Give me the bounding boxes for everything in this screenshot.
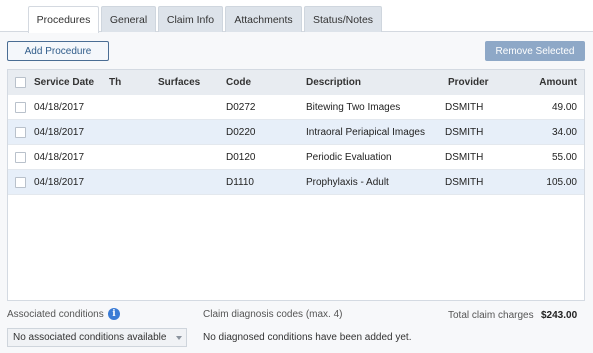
tab-attachments[interactable]: Attachments xyxy=(225,6,302,32)
column-header-service-date[interactable]: Service Date xyxy=(34,70,94,95)
amount-cell: 34.00 xyxy=(551,127,577,138)
service-date-cell: 04/18/2017 xyxy=(34,102,85,113)
column-header-description[interactable]: Description xyxy=(306,70,361,95)
row-checkbox[interactable] xyxy=(15,102,26,113)
tab-general[interactable]: General xyxy=(101,6,156,32)
column-header-th[interactable]: Th xyxy=(109,70,121,95)
associated-conditions-label: Associated conditions xyxy=(7,309,104,320)
total-claim-charges-label: Total claim charges xyxy=(448,310,534,321)
remove-selected-button[interactable]: Remove Selected xyxy=(485,41,585,61)
column-header-code[interactable]: Code xyxy=(226,70,251,95)
provider-cell: DSMITH xyxy=(445,127,484,138)
provider-cell: DSMITH xyxy=(445,177,484,188)
code-cell: D0120 xyxy=(226,152,256,163)
amount-cell: 55.00 xyxy=(551,152,577,163)
associated-conditions-select[interactable]: No associated conditions available xyxy=(7,328,187,347)
table-row[interactable]: 04/18/2017 D1110 Prophylaxis - Adult DSM… xyxy=(8,170,584,195)
description-cell: Prophylaxis - Adult xyxy=(306,177,389,188)
add-procedure-button[interactable]: Add Procedure xyxy=(7,41,109,61)
row-checkbox[interactable] xyxy=(15,127,26,138)
amount-cell: 105.00 xyxy=(546,177,577,188)
code-cell: D0272 xyxy=(226,102,256,113)
row-checkbox[interactable] xyxy=(15,152,26,163)
row-checkbox[interactable] xyxy=(15,177,26,188)
column-header-provider[interactable]: Provider xyxy=(448,70,489,95)
description-cell: Periodic Evaluation xyxy=(306,152,392,163)
no-diagnosed-conditions-text: No diagnosed conditions have been added … xyxy=(203,332,412,343)
table-row[interactable]: 04/18/2017 D0120 Periodic Evaluation DSM… xyxy=(8,145,584,170)
tab-claim-info[interactable]: Claim Info xyxy=(158,6,223,32)
info-icon[interactable]: i xyxy=(108,308,120,320)
service-date-cell: 04/18/2017 xyxy=(34,177,85,188)
tab-procedures[interactable]: Procedures xyxy=(28,6,99,33)
associated-conditions-value: No associated conditions available xyxy=(13,332,167,343)
service-date-cell: 04/18/2017 xyxy=(34,127,85,138)
column-header-surfaces[interactable]: Surfaces xyxy=(158,70,200,95)
provider-cell: DSMITH xyxy=(445,152,484,163)
tab-status-notes[interactable]: Status/Notes xyxy=(304,6,382,32)
procedures-table: Service Date Th Surfaces Code Descriptio… xyxy=(7,69,585,301)
tab-bar: Procedures General Claim Info Attachment… xyxy=(0,0,593,33)
column-header-amount[interactable]: Amount xyxy=(508,70,577,95)
code-cell: D0220 xyxy=(226,127,256,138)
amount-cell: 49.00 xyxy=(551,102,577,113)
description-cell: Bitewing Two Images xyxy=(306,102,401,113)
table-header: Service Date Th Surfaces Code Descriptio… xyxy=(8,70,584,95)
table-row[interactable]: 04/18/2017 D0272 Bitewing Two Images DSM… xyxy=(8,95,584,120)
provider-cell: DSMITH xyxy=(445,102,484,113)
service-date-cell: 04/18/2017 xyxy=(34,152,85,163)
total-claim-charges-value: $243.00 xyxy=(541,310,578,321)
claim-diagnosis-codes-label: Claim diagnosis codes (max. 4) xyxy=(203,309,343,320)
chevron-down-icon xyxy=(176,336,182,340)
code-cell: D1110 xyxy=(226,177,254,188)
select-all-checkbox[interactable] xyxy=(15,77,26,88)
description-cell: Intraoral Periapical Images xyxy=(306,127,425,138)
table-row[interactable]: 04/18/2017 D0220 Intraoral Periapical Im… xyxy=(8,120,584,145)
